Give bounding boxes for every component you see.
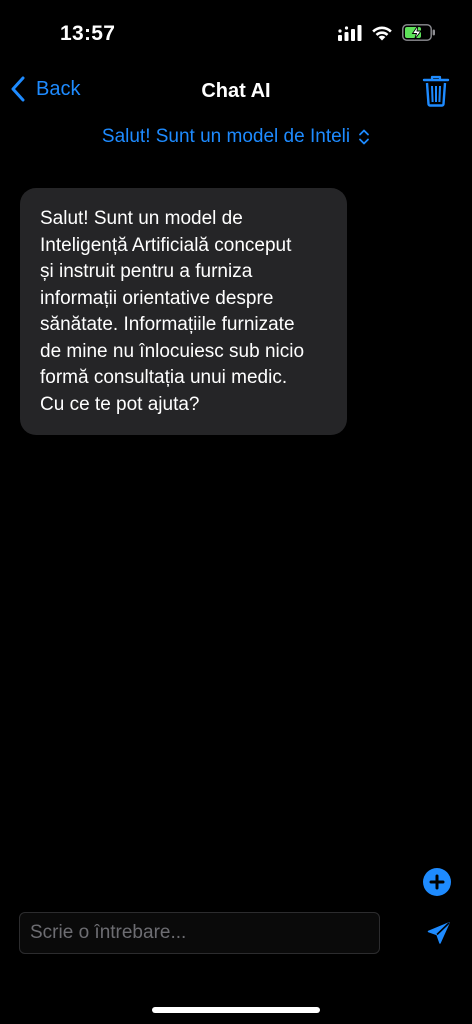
message-line: Cu ce te pot ajuta? <box>40 393 200 415</box>
battery-charging-icon <box>402 24 435 41</box>
message-line: Inteligență Artificială conceput <box>40 234 292 256</box>
chat-screen: 13:57 Back Chat AI Salut! Sunt un model … <box>0 0 472 1024</box>
model-selector[interactable]: Salut! Sunt un model de Inteli <box>0 126 472 148</box>
chevron-up-down-icon <box>359 129 370 145</box>
wifi-icon <box>372 26 392 40</box>
question-input[interactable] <box>19 912 380 954</box>
trash-icon[interactable] <box>422 75 450 107</box>
message-line: de mine nu înlocuiesc sub nicio <box>40 340 305 362</box>
message-line: Salut! Sunt un model de <box>40 208 243 229</box>
status-icons <box>338 24 436 41</box>
send-icon[interactable] <box>427 921 451 945</box>
assistant-message-bubble: Salut! Sunt un model de Inteligență Arti… <box>20 188 347 435</box>
message-line: formă consultația unui medic. <box>40 367 288 388</box>
status-time: 13:57 <box>60 22 116 45</box>
message-line: informații orientative despre <box>40 287 274 309</box>
model-selector-label: Salut! Sunt un model de Inteli <box>101 126 351 147</box>
status-bar: 13:57 <box>0 0 472 70</box>
add-button[interactable] <box>423 868 451 896</box>
cellular-signal-icon <box>338 24 362 41</box>
page-title: Chat AI <box>201 80 271 102</box>
message-line: sănătate. Informațiile furnizate <box>40 314 295 335</box>
home-indicator[interactable] <box>152 1007 320 1013</box>
message-line: și instruit pentru a furniza <box>40 261 253 282</box>
navigation-bar: Back Chat AI <box>0 70 472 114</box>
plus-circle-icon <box>429 874 445 890</box>
